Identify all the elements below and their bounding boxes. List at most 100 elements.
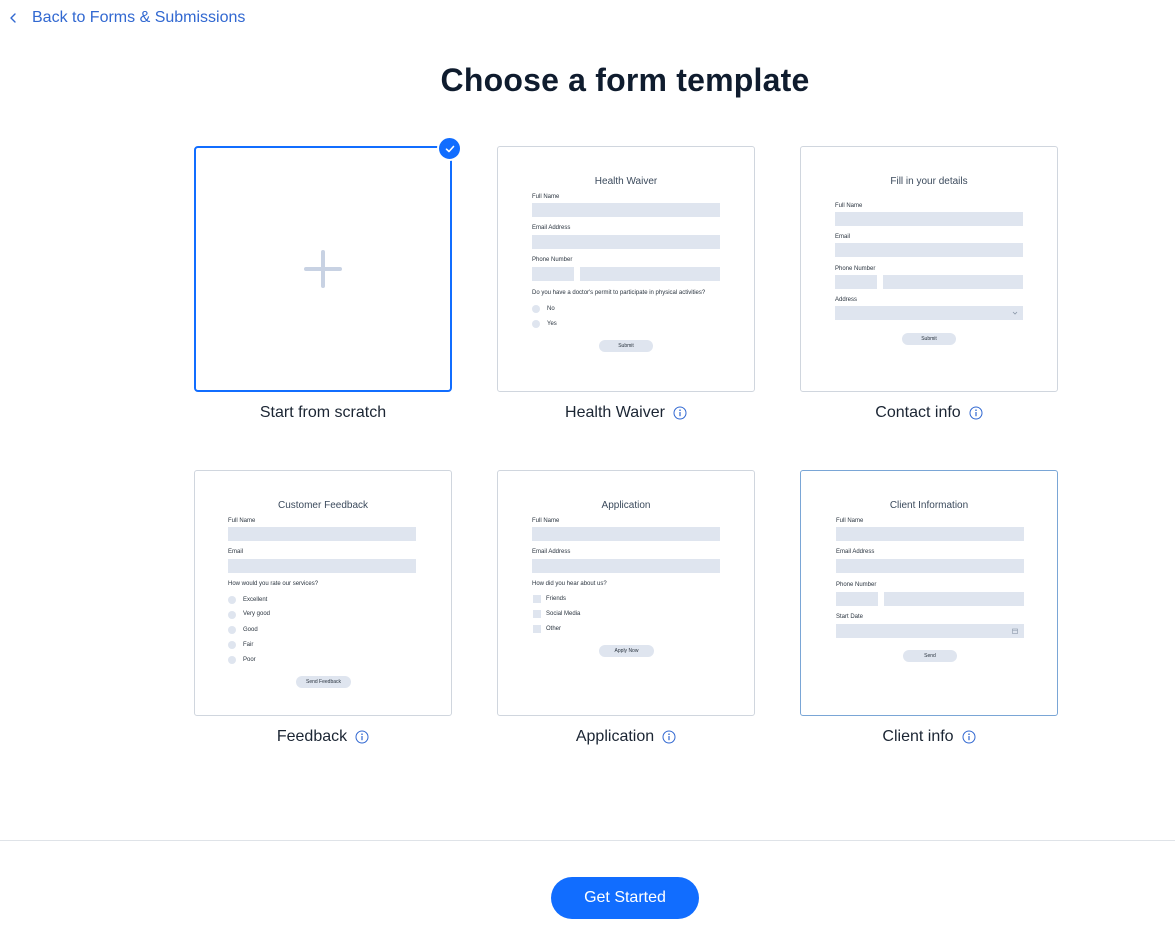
preview-label: How would you rate our services? (228, 581, 319, 587)
template-label: Health Waiver (565, 404, 665, 421)
preview-dropdown (835, 306, 1023, 320)
template-caption-application: Application (497, 728, 755, 746)
preview-checkbox (533, 625, 541, 633)
preview-option: No (547, 306, 555, 312)
form-preview: Client Information Full Name Email Addre… (801, 471, 1057, 715)
preview-field (835, 212, 1023, 226)
template-card-client-info[interactable]: Client Information Full Name Email Addre… (800, 470, 1058, 716)
template-card-health-waiver[interactable]: Health Waiver Full Name Email Address Ph… (497, 146, 755, 392)
preview-title: Fill in your details (890, 176, 968, 187)
preview-label: Full Name (835, 203, 863, 209)
preview-title: Health Waiver (594, 176, 658, 187)
preview-radio (228, 656, 236, 664)
preview-radio (532, 320, 540, 328)
preview-label: Email Address (532, 549, 571, 555)
template-card-contact-info[interactable]: Fill in your details Full Name Email Pho… (800, 146, 1058, 392)
preview-label: Phone Number (835, 266, 876, 272)
preview-option: Very good (243, 611, 271, 617)
template-caption-client-info: Client info (800, 728, 1058, 746)
info-icon[interactable] (355, 730, 369, 744)
template-card-scratch[interactable] (194, 136, 462, 392)
preview-label: Do you have a doctor's permit to partici… (532, 290, 706, 296)
preview-label: Start Date (836, 614, 864, 620)
info-icon[interactable] (962, 730, 976, 744)
template-label: Contact info (875, 404, 961, 421)
preview-label: Full Name (532, 194, 560, 200)
preview-option: Other (546, 626, 562, 632)
info-icon[interactable] (662, 730, 676, 744)
form-preview: Application Full Name Email Address How … (498, 471, 754, 715)
preview-option: Good (243, 627, 258, 633)
preview-button: Submit (902, 333, 956, 345)
selected-check-icon (437, 136, 462, 161)
preview-radio (228, 611, 236, 619)
preview-label: Phone Number (532, 257, 573, 263)
preview-label: Full Name (228, 518, 256, 524)
back-link[interactable]: Back to Forms & Submissions (8, 9, 245, 27)
preview-field (884, 592, 1024, 606)
preview-option: Excellent (243, 597, 268, 603)
form-preview: Customer Feedback Full Name Email How wo… (195, 471, 451, 715)
preview-radio (228, 626, 236, 634)
preview-label: Email (228, 549, 244, 555)
footer-divider (0, 840, 1175, 841)
preview-label: Address (835, 297, 858, 303)
template-caption-feedback: Feedback (194, 728, 452, 746)
preview-field (228, 527, 416, 541)
preview-title: Application (601, 500, 651, 511)
preview-option: Social Media (546, 611, 581, 617)
preview-option: Poor (243, 657, 256, 663)
preview-field (883, 275, 1023, 289)
preview-label: Full Name (532, 518, 560, 524)
preview-field (835, 243, 1023, 257)
template-caption-health-waiver: Health Waiver (497, 404, 755, 422)
calendar-icon (1012, 628, 1018, 634)
preview-field (580, 267, 720, 281)
plus-icon (304, 250, 342, 288)
template-caption-contact-info: Contact info (800, 404, 1058, 422)
preview-field (532, 267, 574, 281)
preview-field (836, 559, 1024, 573)
form-preview: Fill in your details Full Name Email Pho… (801, 147, 1057, 391)
template-card-application[interactable]: Application Full Name Email Address How … (497, 470, 755, 716)
preview-field (532, 527, 720, 541)
preview-label: Email Address (836, 549, 875, 555)
back-link-label: Back to Forms & Submissions (32, 9, 246, 26)
template-label: Client info (882, 728, 954, 745)
info-icon[interactable] (673, 406, 687, 420)
preview-radio (228, 596, 236, 604)
get-started-button[interactable]: Get Started (551, 877, 699, 919)
info-icon[interactable] (969, 406, 983, 420)
template-label: Feedback (276, 728, 348, 745)
template-label: Application (575, 728, 655, 745)
preview-field (836, 527, 1024, 541)
page-title: Choose a form template (440, 62, 810, 98)
preview-date-field (836, 624, 1024, 638)
chevron-left-icon (10, 13, 16, 23)
preview-checkbox (533, 610, 541, 618)
template-card-feedback[interactable]: Customer Feedback Full Name Email How wo… (194, 470, 452, 716)
preview-label: Email (835, 234, 851, 240)
preview-option: Friends (546, 596, 567, 602)
preview-field (228, 559, 416, 573)
preview-title: Client Information (889, 500, 969, 511)
preview-label: How did you hear about us? (532, 581, 607, 587)
preview-button: Apply Now (599, 645, 654, 657)
template-caption-scratch: Start from scratch (194, 404, 452, 422)
preview-field (835, 275, 877, 289)
preview-label: Full Name (836, 518, 864, 524)
chevron-down-icon (1012, 311, 1018, 315)
preview-option: Yes (547, 321, 557, 327)
template-label: Start from scratch (259, 404, 387, 421)
preview-label: Email Address (532, 225, 571, 231)
preview-button: Send (903, 650, 957, 662)
preview-field (836, 592, 878, 606)
preview-radio (228, 641, 236, 649)
preview-checkbox (533, 595, 541, 603)
preview-field (532, 235, 720, 249)
preview-title: Customer Feedback (277, 500, 369, 511)
preview-button: Send Feedback (296, 676, 351, 688)
preview-field (532, 203, 720, 217)
form-preview: Health Waiver Full Name Email Address Ph… (498, 147, 754, 391)
preview-label: Phone Number (836, 582, 877, 588)
